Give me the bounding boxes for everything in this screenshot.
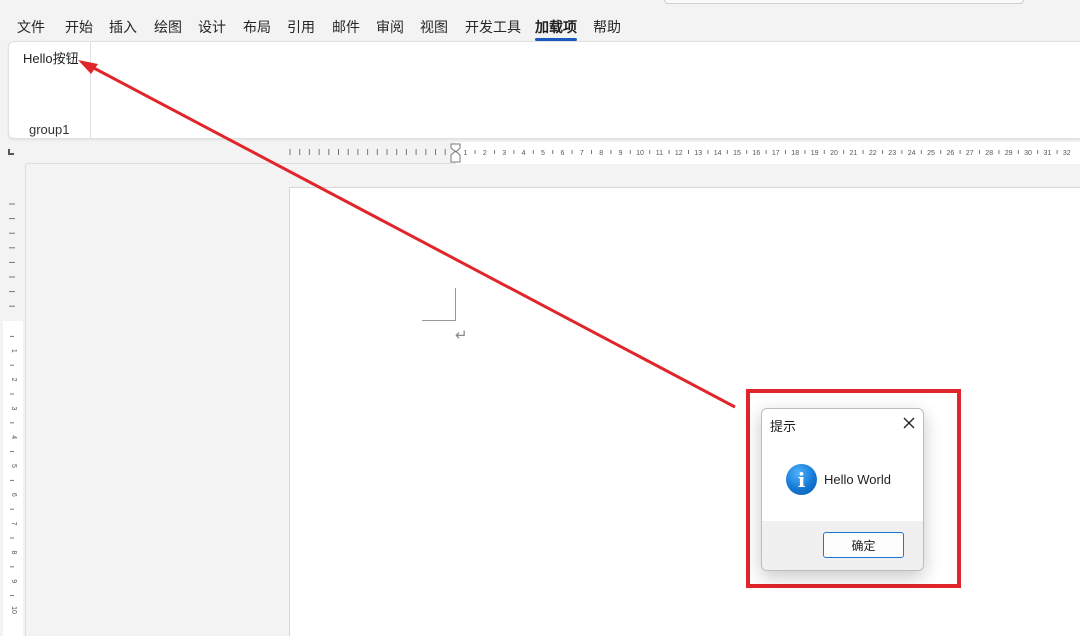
arrow-shaft [89,64,736,409]
annotation-arrow [78,60,736,409]
arrow-head-icon [78,60,98,74]
